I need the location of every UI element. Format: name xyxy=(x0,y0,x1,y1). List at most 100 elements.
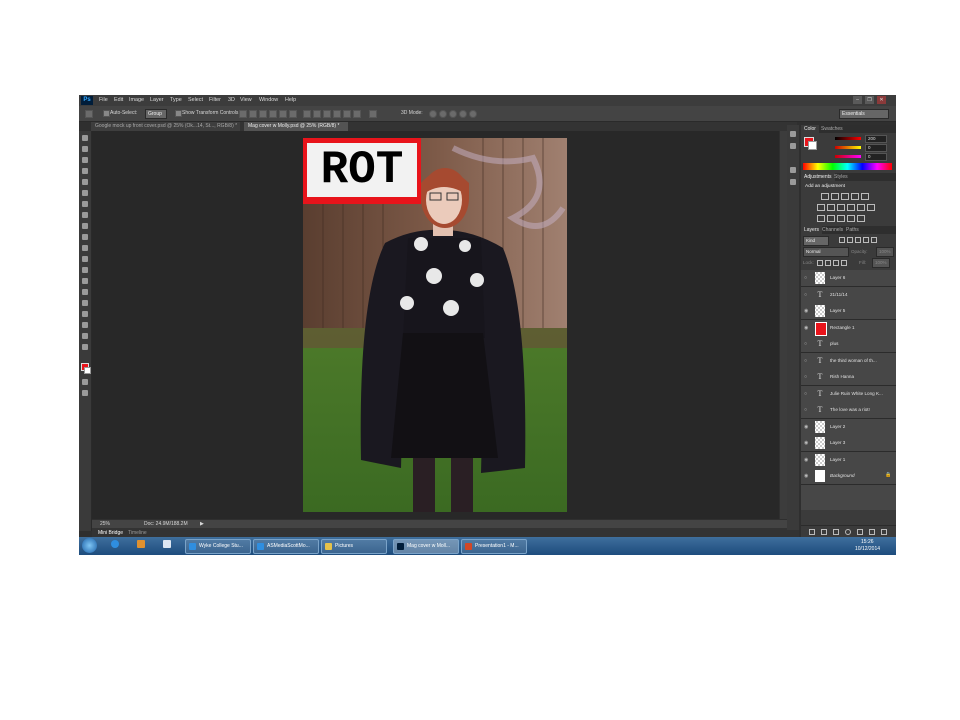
menu-type[interactable]: Type xyxy=(170,97,182,103)
tab-mini-bridge[interactable]: Mini Bridge xyxy=(98,530,123,536)
menu-3d[interactable]: 3D xyxy=(228,97,235,103)
clone-stamp-tool-icon[interactable] xyxy=(82,223,88,229)
layer-name[interactable]: plus xyxy=(830,341,838,346)
slide-3d-icon[interactable] xyxy=(459,110,467,118)
layer-row[interactable]: ◉ Layer 1 xyxy=(801,451,896,469)
layer-name[interactable]: 21/11/14 xyxy=(830,292,848,297)
show-transform-checkbox[interactable] xyxy=(175,110,182,117)
threshold-adjustment-icon[interactable] xyxy=(837,215,845,222)
explorer-pinned-icon[interactable] xyxy=(163,540,171,548)
hue-saturation-adjustment-icon[interactable] xyxy=(817,204,825,211)
lasso-tool-icon[interactable] xyxy=(82,157,88,163)
workspace-dropdown[interactable]: Essentials xyxy=(839,109,889,119)
blue-value[interactable]: 0 xyxy=(865,153,887,161)
visibility-eye-icon[interactable]: ○ xyxy=(804,374,807,380)
taskbar-item[interactable]: Wyke College Stu... xyxy=(185,539,251,554)
clock-date[interactable]: 10/12/2014 xyxy=(855,546,880,552)
menu-file[interactable]: File xyxy=(99,97,108,103)
visibility-eye-icon[interactable]: ◉ xyxy=(804,424,808,430)
distribute-top-icon[interactable] xyxy=(303,110,311,118)
layer-name[interactable]: Layer 1 xyxy=(830,457,845,462)
menu-filter[interactable]: Filter xyxy=(209,97,221,103)
eraser-tool-icon[interactable] xyxy=(82,245,88,251)
vibrance-adjustment-icon[interactable] xyxy=(861,193,869,200)
brush-tool-icon[interactable] xyxy=(82,212,88,218)
tab-mag-cover[interactable]: Mag cover w Molly.psd @ 25% (RGB/8) * xyxy=(244,122,348,131)
brightness-adjustment-icon[interactable] xyxy=(821,193,829,200)
hand-tool-icon[interactable] xyxy=(82,333,88,339)
layer-name[interactable]: Background xyxy=(830,473,855,478)
taskbar-item[interactable]: Pictures xyxy=(321,539,387,554)
restore-icon[interactable]: ❐ xyxy=(865,96,874,104)
visibility-eye-icon[interactable]: ○ xyxy=(804,341,807,347)
crop-tool-icon[interactable] xyxy=(82,179,88,185)
healing-brush-tool-icon[interactable] xyxy=(82,201,88,207)
pen-tool-icon[interactable] xyxy=(82,289,88,295)
red-slider[interactable] xyxy=(835,137,861,140)
fill-input[interactable]: 100% xyxy=(872,258,890,268)
layer-name[interactable]: Julie Ruin White Long K... xyxy=(830,391,883,396)
lock-all-icon[interactable] xyxy=(841,260,847,266)
layer-mask-icon[interactable] xyxy=(833,529,839,535)
levels-adjustment-icon[interactable] xyxy=(831,193,839,200)
opacity-input[interactable]: 100% xyxy=(876,247,894,257)
scale-3d-icon[interactable] xyxy=(469,110,477,118)
menu-help[interactable]: Help xyxy=(285,97,296,103)
layer-style-icon[interactable] xyxy=(821,529,827,535)
selective-color-adjustment-icon[interactable] xyxy=(847,215,855,222)
layer-row[interactable]: ◉ Rectangle 1 xyxy=(801,319,896,337)
pan-3d-icon[interactable] xyxy=(449,110,457,118)
layer-name[interactable]: Rectangle 1 xyxy=(830,325,855,330)
layer-row[interactable]: ○ T Julie Ruin White Long K... xyxy=(801,385,896,403)
layer-filter-kind[interactable]: Kind xyxy=(803,236,829,246)
menu-view[interactable]: View xyxy=(240,97,252,103)
start-button[interactable] xyxy=(82,538,97,553)
trash-icon[interactable] xyxy=(881,529,887,535)
photo-filter-adjustment-icon[interactable] xyxy=(847,204,855,211)
minimize-icon[interactable]: – xyxy=(853,96,862,104)
channel-mixer-adjustment-icon[interactable] xyxy=(857,204,865,211)
marquee-tool-icon[interactable] xyxy=(82,146,88,152)
green-value[interactable]: 0 xyxy=(865,144,887,152)
blue-slider[interactable] xyxy=(835,155,861,158)
gradient-map-adjustment-icon[interactable] xyxy=(857,215,865,222)
history-panel-icon[interactable] xyxy=(790,131,796,137)
visibility-eye-icon[interactable]: ◉ xyxy=(804,440,808,446)
masthead-title[interactable]: ROT xyxy=(307,143,417,197)
visibility-eye-icon[interactable]: ○ xyxy=(804,407,807,413)
quick-select-tool-icon[interactable] xyxy=(82,168,88,174)
menu-window[interactable]: Window xyxy=(259,97,278,103)
invert-adjustment-icon[interactable] xyxy=(817,215,825,222)
red-value[interactable]: 200 xyxy=(865,135,887,143)
layer-row[interactable]: ○ T The love was a riot! xyxy=(801,402,896,419)
move-tool-icon[interactable] xyxy=(82,135,88,141)
gradient-tool-icon[interactable] xyxy=(82,256,88,262)
rectangle-tool-icon[interactable] xyxy=(82,322,88,328)
blend-mode-dropdown[interactable]: Normal xyxy=(803,247,849,257)
move-tool-preset-icon[interactable] xyxy=(85,110,93,118)
background-color-swatch[interactable] xyxy=(84,367,91,374)
layer-name[interactable]: The love was a riot! xyxy=(830,407,870,412)
taskbar-item[interactable]: ASMediaScottMo... xyxy=(253,539,319,554)
layer-row[interactable]: ○ Tthe third woman of th... xyxy=(801,352,896,370)
layer-name[interactable]: Layer 6 xyxy=(830,275,845,280)
layer-row[interactable]: ◉ Layer 2 xyxy=(801,418,896,436)
clock-time[interactable]: 15:26 xyxy=(861,539,874,545)
auto-select-checkbox[interactable] xyxy=(103,110,110,117)
eyedropper-tool-icon[interactable] xyxy=(82,190,88,196)
zoom-level[interactable]: 25% xyxy=(100,521,110,527)
close-icon[interactable]: ✕ xyxy=(877,96,886,104)
layer-row[interactable]: ○ Layer 6 xyxy=(801,270,896,287)
lock-pixels-icon[interactable] xyxy=(825,260,831,266)
layer-name[interactable]: the third woman of th... xyxy=(830,358,877,363)
align-vcenter-icon[interactable] xyxy=(249,110,257,118)
color-balance-adjustment-icon[interactable] xyxy=(827,204,835,211)
distribute-left-icon[interactable] xyxy=(333,110,341,118)
layer-row[interactable]: ○ Tplus xyxy=(801,336,896,353)
dodge-tool-icon[interactable] xyxy=(82,278,88,284)
character-panel-icon[interactable] xyxy=(790,167,796,173)
path-select-tool-icon[interactable] xyxy=(82,311,88,317)
type-tool-icon[interactable] xyxy=(82,300,88,306)
color-spectrum[interactable] xyxy=(803,163,892,170)
magazine-cover-canvas[interactable]: ROT xyxy=(303,138,567,512)
